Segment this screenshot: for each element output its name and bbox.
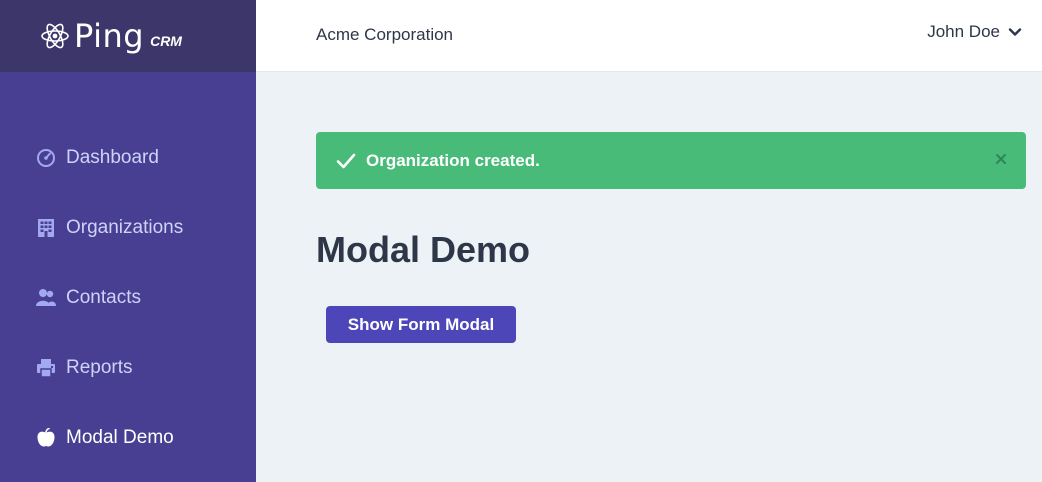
users-icon xyxy=(36,288,56,308)
brand-suffix: CRM xyxy=(150,33,182,49)
organization-name: Acme Corporation xyxy=(316,25,454,44)
chevron-down-icon xyxy=(1008,25,1022,39)
sidebar-item-label: Modal Demo xyxy=(66,427,174,448)
close-icon[interactable] xyxy=(994,152,1008,166)
show-form-modal-button[interactable]: Show Form Modal xyxy=(326,306,516,343)
success-alert: Organization created. xyxy=(316,132,1026,189)
logo-bar[interactable]: Ping CRM xyxy=(0,0,256,72)
check-icon xyxy=(336,153,356,169)
brand-name: Ping xyxy=(74,17,145,55)
sidebar-item-dashboard[interactable]: Dashboard xyxy=(36,147,159,169)
react-logo-icon xyxy=(40,21,70,51)
apple-icon xyxy=(36,428,56,448)
alert-message: Organization created. xyxy=(366,150,540,170)
dashboard-icon xyxy=(36,148,56,168)
page-title: Modal Demo xyxy=(316,229,531,270)
top-bar: Acme Corporation John Doe xyxy=(256,0,1042,72)
sidebar-item-label: Organizations xyxy=(66,217,184,238)
sidebar-item-organizations[interactable]: Organizations xyxy=(36,217,183,239)
sidebar-item-modal-demo[interactable]: Modal Demo xyxy=(36,427,174,449)
sidebar-item-label: Reports xyxy=(66,357,133,378)
user-name: John Doe xyxy=(927,22,1000,41)
main-content: Organization created. Modal Demo Show Fo… xyxy=(256,72,1042,482)
sidebar-item-label: Contacts xyxy=(66,287,141,308)
sidebar-item-label: Dashboard xyxy=(66,147,159,168)
user-menu[interactable]: John Doe xyxy=(927,22,1022,42)
sidebar: Dashboard Organizations Contacts Reports… xyxy=(0,72,256,482)
office-icon xyxy=(36,218,56,238)
printer-icon xyxy=(36,358,56,378)
sidebar-item-contacts[interactable]: Contacts xyxy=(36,287,141,309)
sidebar-item-reports[interactable]: Reports xyxy=(36,357,133,379)
